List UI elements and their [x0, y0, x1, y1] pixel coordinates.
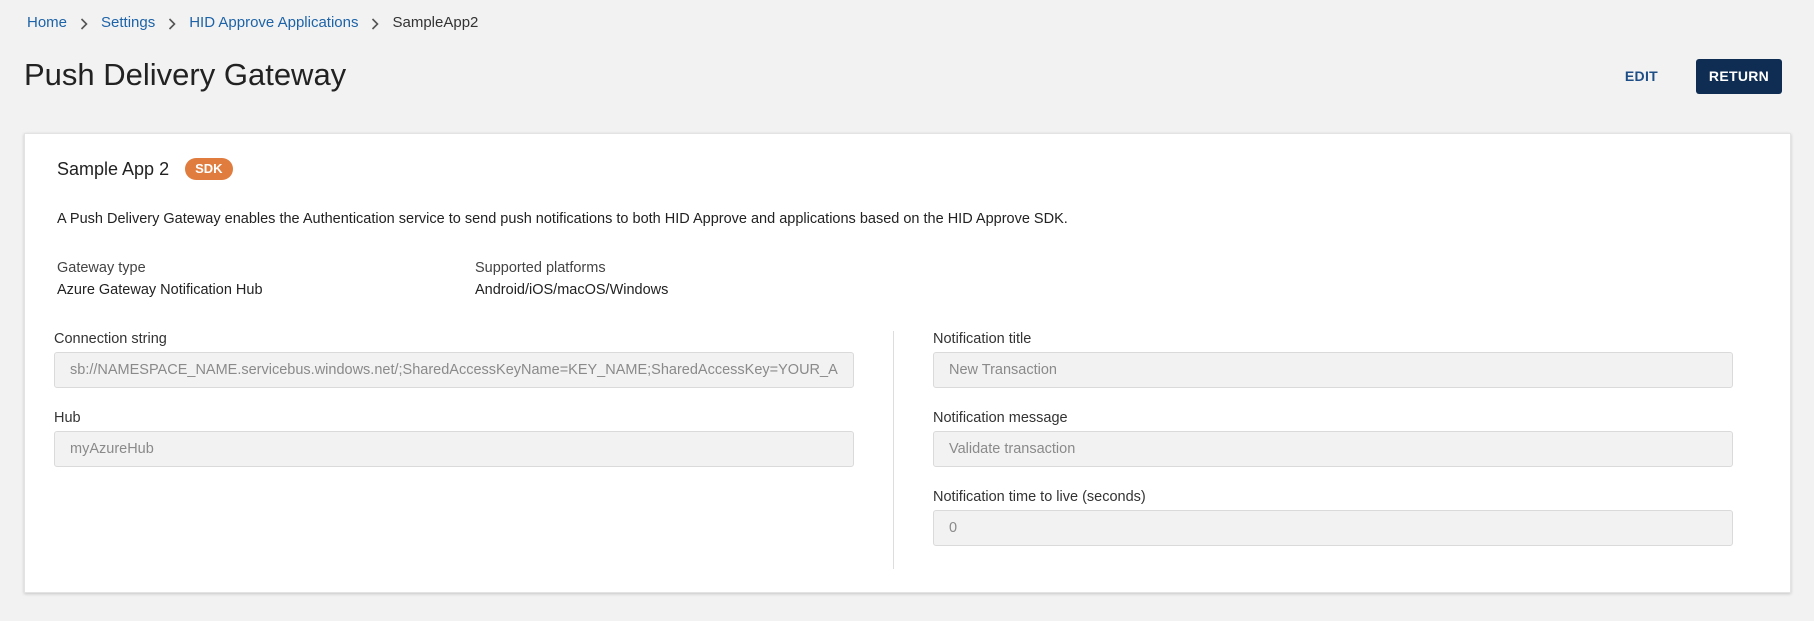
- notification-title-label: Notification title: [933, 331, 1032, 347]
- hub-field: Hub: [54, 410, 854, 467]
- connection-string-label: Connection string: [54, 331, 167, 347]
- notification-ttl-field: Notification time to live (seconds): [933, 489, 1733, 546]
- connection-string-field: Connection string: [54, 331, 854, 388]
- notification-message-input[interactable]: [933, 431, 1733, 467]
- column-divider: [893, 331, 894, 569]
- supported-platforms-value: Android/iOS/macOS/Windows: [475, 282, 669, 298]
- gateway-type-label: Gateway type: [57, 260, 146, 276]
- notification-title-field: Notification title: [933, 331, 1733, 388]
- chevron-right-icon: [155, 15, 189, 31]
- page-actions: EDIT RETURN: [1613, 58, 1782, 94]
- gateway-description: A Push Delivery Gateway enables the Auth…: [57, 211, 1068, 227]
- notification-message-field: Notification message: [933, 410, 1733, 467]
- breadcrumb-current: SampleApp2: [392, 14, 479, 31]
- notification-message-label: Notification message: [933, 410, 1068, 426]
- chevron-right-icon: [67, 15, 101, 31]
- breadcrumb-hid-approve-applications-link[interactable]: HID Approve Applications: [189, 14, 358, 31]
- card-header: Sample App 2 SDK: [57, 158, 233, 180]
- gateway-type-info: Gateway type Azure Gateway Notification …: [57, 260, 263, 298]
- app-name: Sample App 2: [57, 158, 170, 179]
- connection-string-input[interactable]: [54, 352, 854, 388]
- hub-input[interactable]: [54, 431, 854, 467]
- breadcrumb-settings-link[interactable]: Settings: [101, 14, 155, 31]
- gateway-details-card: Sample App 2 SDK A Push Delivery Gateway…: [24, 133, 1791, 593]
- supported-platforms-label: Supported platforms: [475, 260, 606, 276]
- hub-label: Hub: [54, 410, 81, 426]
- sdk-badge: SDK: [185, 158, 233, 180]
- page-title: Push Delivery Gateway: [24, 57, 347, 92]
- breadcrumb: Home Settings HID Approve Applications S…: [27, 14, 478, 31]
- return-button[interactable]: RETURN: [1696, 58, 1782, 94]
- notification-title-input[interactable]: [933, 352, 1733, 388]
- edit-button[interactable]: EDIT: [1613, 58, 1670, 94]
- breadcrumb-home-link[interactable]: Home: [27, 14, 67, 31]
- notification-ttl-label: Notification time to live (seconds): [933, 489, 1146, 505]
- chevron-right-icon: [358, 15, 392, 31]
- supported-platforms-info: Supported platforms Android/iOS/macOS/Wi…: [475, 260, 668, 298]
- notification-ttl-input[interactable]: [933, 510, 1733, 546]
- gateway-type-value: Azure Gateway Notification Hub: [57, 282, 263, 298]
